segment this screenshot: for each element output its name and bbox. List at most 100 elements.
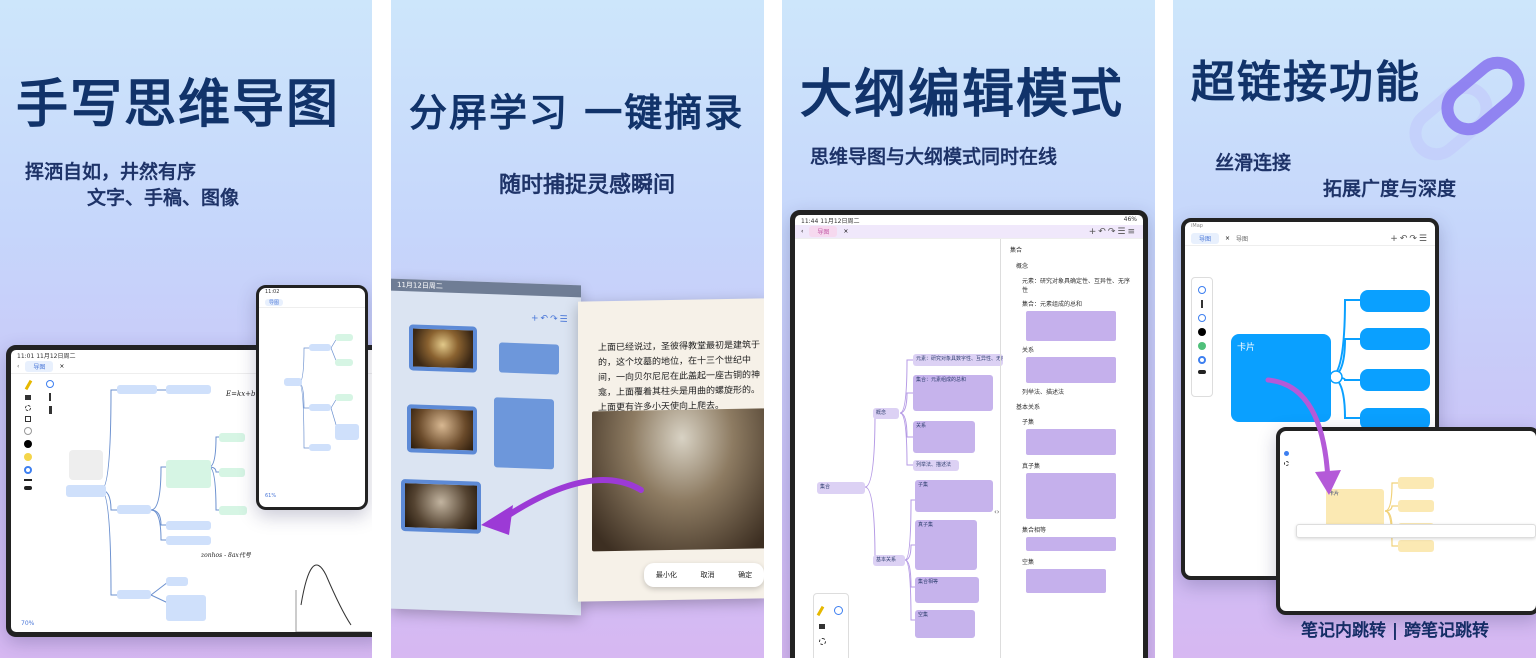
mindmap-node[interactable]	[1398, 477, 1434, 489]
mindmap-node[interactable]	[284, 378, 302, 386]
mindmap-branch-node[interactable]: 基本关系	[873, 555, 905, 566]
back-icon[interactable]: ‹	[17, 363, 19, 370]
outline-item[interactable]: 概念	[1016, 261, 1028, 270]
card-node[interactable]: 卡片	[1231, 334, 1331, 422]
pen-thin-icon[interactable]	[1201, 300, 1203, 308]
mindmap-node[interactable]: 真子集	[915, 520, 977, 570]
outline-item[interactable]: 基本关系	[1016, 402, 1040, 411]
mindmap-node[interactable]	[335, 334, 353, 341]
mindmap-node[interactable]	[166, 521, 211, 530]
tab-mindmap[interactable]: 导图	[25, 361, 54, 372]
mindmap-node[interactable]	[117, 505, 151, 514]
mindmap-node[interactable]	[117, 385, 157, 394]
close-tab-icon[interactable]: ×	[843, 228, 848, 235]
lasso-icon[interactable]	[1284, 461, 1289, 466]
confirm-button[interactable]: 确定	[738, 570, 752, 580]
mindmap-node[interactable]	[309, 444, 331, 451]
stroke-thin-icon[interactable]	[24, 479, 32, 481]
zoom-level[interactable]: 70%	[21, 620, 34, 627]
mindmap-node[interactable]	[166, 595, 206, 621]
pen-medium-icon[interactable]	[48, 406, 52, 414]
outline-item[interactable]: 关系	[1022, 345, 1034, 354]
stroke-thick-icon[interactable]	[1198, 370, 1206, 374]
pencil-icon[interactable]	[816, 605, 825, 617]
color-black-swatch[interactable]	[1198, 328, 1206, 336]
mindmap-node[interactable]: 集合相等	[915, 577, 979, 603]
context-menu[interactable]	[1296, 524, 1536, 538]
color-black-swatch[interactable]	[24, 440, 32, 448]
handwriting-note[interactable]	[1026, 569, 1106, 593]
mindmap-node[interactable]	[166, 460, 211, 488]
mindmap-node[interactable]	[166, 536, 211, 545]
eraser-icon[interactable]	[819, 624, 825, 629]
mindmap-node[interactable]	[309, 344, 331, 351]
pen-icon[interactable]	[46, 380, 54, 388]
stroke-selected-icon[interactable]	[1198, 356, 1206, 364]
outline-item[interactable]: 集合：元素组成的总和	[1022, 299, 1082, 308]
mindmap-node[interactable]: 元素：研究对象具数字性、互异性、无序性	[913, 354, 1003, 366]
mindmap-node[interactable]	[117, 590, 151, 599]
shape-icon[interactable]	[25, 416, 31, 422]
back-icon[interactable]: ‹	[801, 228, 803, 235]
text-node[interactable]	[494, 397, 554, 470]
pen-icon[interactable]	[834, 606, 843, 615]
mindmap-node[interactable]	[1360, 369, 1430, 391]
basilica-photo[interactable]	[592, 408, 764, 552]
color-white-swatch[interactable]	[1198, 314, 1206, 322]
image-node-selected[interactable]	[401, 479, 481, 534]
text-node[interactable]	[499, 342, 559, 375]
mindmap-node[interactable]: 集合：元素组成的总和	[913, 375, 993, 411]
mindmap-node[interactable]	[335, 359, 353, 366]
image-node[interactable]	[409, 324, 477, 373]
mindmap-node[interactable]: 空集	[915, 610, 975, 638]
pencil-icon[interactable]	[24, 379, 32, 391]
eraser-icon[interactable]	[25, 395, 31, 400]
outline-item[interactable]: 集合相等	[1022, 525, 1046, 534]
mindmap-node[interactable]	[1360, 328, 1430, 350]
close-tab-icon[interactable]: ×	[59, 363, 64, 370]
handwriting-note[interactable]	[1026, 357, 1116, 383]
outline-item[interactable]: 子集	[1022, 417, 1034, 426]
outline-item[interactable]: 真子集	[1022, 461, 1040, 470]
color-white-swatch[interactable]	[24, 427, 32, 435]
mindmap-node[interactable]	[1360, 290, 1430, 312]
pen-thin-icon[interactable]	[49, 393, 51, 401]
collapse-handle[interactable]: ‹›	[994, 508, 1000, 516]
mindmap-node[interactable]	[309, 404, 331, 411]
tab-mindmap[interactable]: 导图	[1191, 233, 1220, 244]
mindmap-node[interactable]	[166, 577, 188, 586]
zoom-level[interactable]: 61%	[265, 493, 276, 499]
tab-mindmap[interactable]: 导图	[265, 299, 284, 306]
color-yellow-swatch[interactable]	[24, 453, 32, 461]
mindmap-node[interactable]: 子集	[915, 480, 993, 512]
cancel-button[interactable]: 取消	[700, 570, 714, 580]
tab-mindmap-2[interactable]: 导图	[1236, 234, 1248, 243]
pen-icon[interactable]	[1284, 451, 1289, 456]
mindmap-branch-node[interactable]: 概念	[873, 408, 899, 419]
outline-item[interactable]: 空集	[1022, 557, 1034, 566]
mindmap-node[interactable]	[219, 468, 245, 477]
mindmap-node[interactable]	[335, 394, 353, 401]
mindmap-node[interactable]	[1398, 540, 1434, 552]
outline-item[interactable]: 元素：研究对象具确定性、互异性、无序性	[1022, 276, 1132, 294]
lasso-icon[interactable]	[25, 405, 31, 411]
image-node[interactable]	[407, 404, 477, 455]
mindmap-node[interactable]	[335, 424, 359, 440]
mindmap-node[interactable]: 列举法、描述法	[913, 460, 959, 471]
handwriting-note[interactable]	[1026, 473, 1116, 519]
outline-item[interactable]: 集合	[1010, 245, 1022, 254]
sketch-image[interactable]	[69, 450, 103, 480]
handwriting-note[interactable]	[1026, 429, 1116, 455]
handwriting-note[interactable]	[1026, 311, 1116, 341]
mindmap-node[interactable]	[166, 385, 211, 394]
lasso-icon[interactable]	[819, 638, 826, 645]
outline-item[interactable]: 列举法、描述法	[1022, 387, 1064, 396]
mindmap-node[interactable]	[219, 433, 245, 442]
close-tab-icon[interactable]: ×	[1225, 235, 1230, 242]
minimize-button[interactable]: 最小化	[656, 570, 677, 580]
color-blue-swatch[interactable]	[24, 466, 32, 474]
mindmap-root-node[interactable]	[66, 485, 106, 497]
color-green-swatch[interactable]	[1198, 342, 1206, 350]
mindmap-node[interactable]	[219, 506, 247, 515]
stroke-thick-icon[interactable]	[24, 486, 32, 490]
